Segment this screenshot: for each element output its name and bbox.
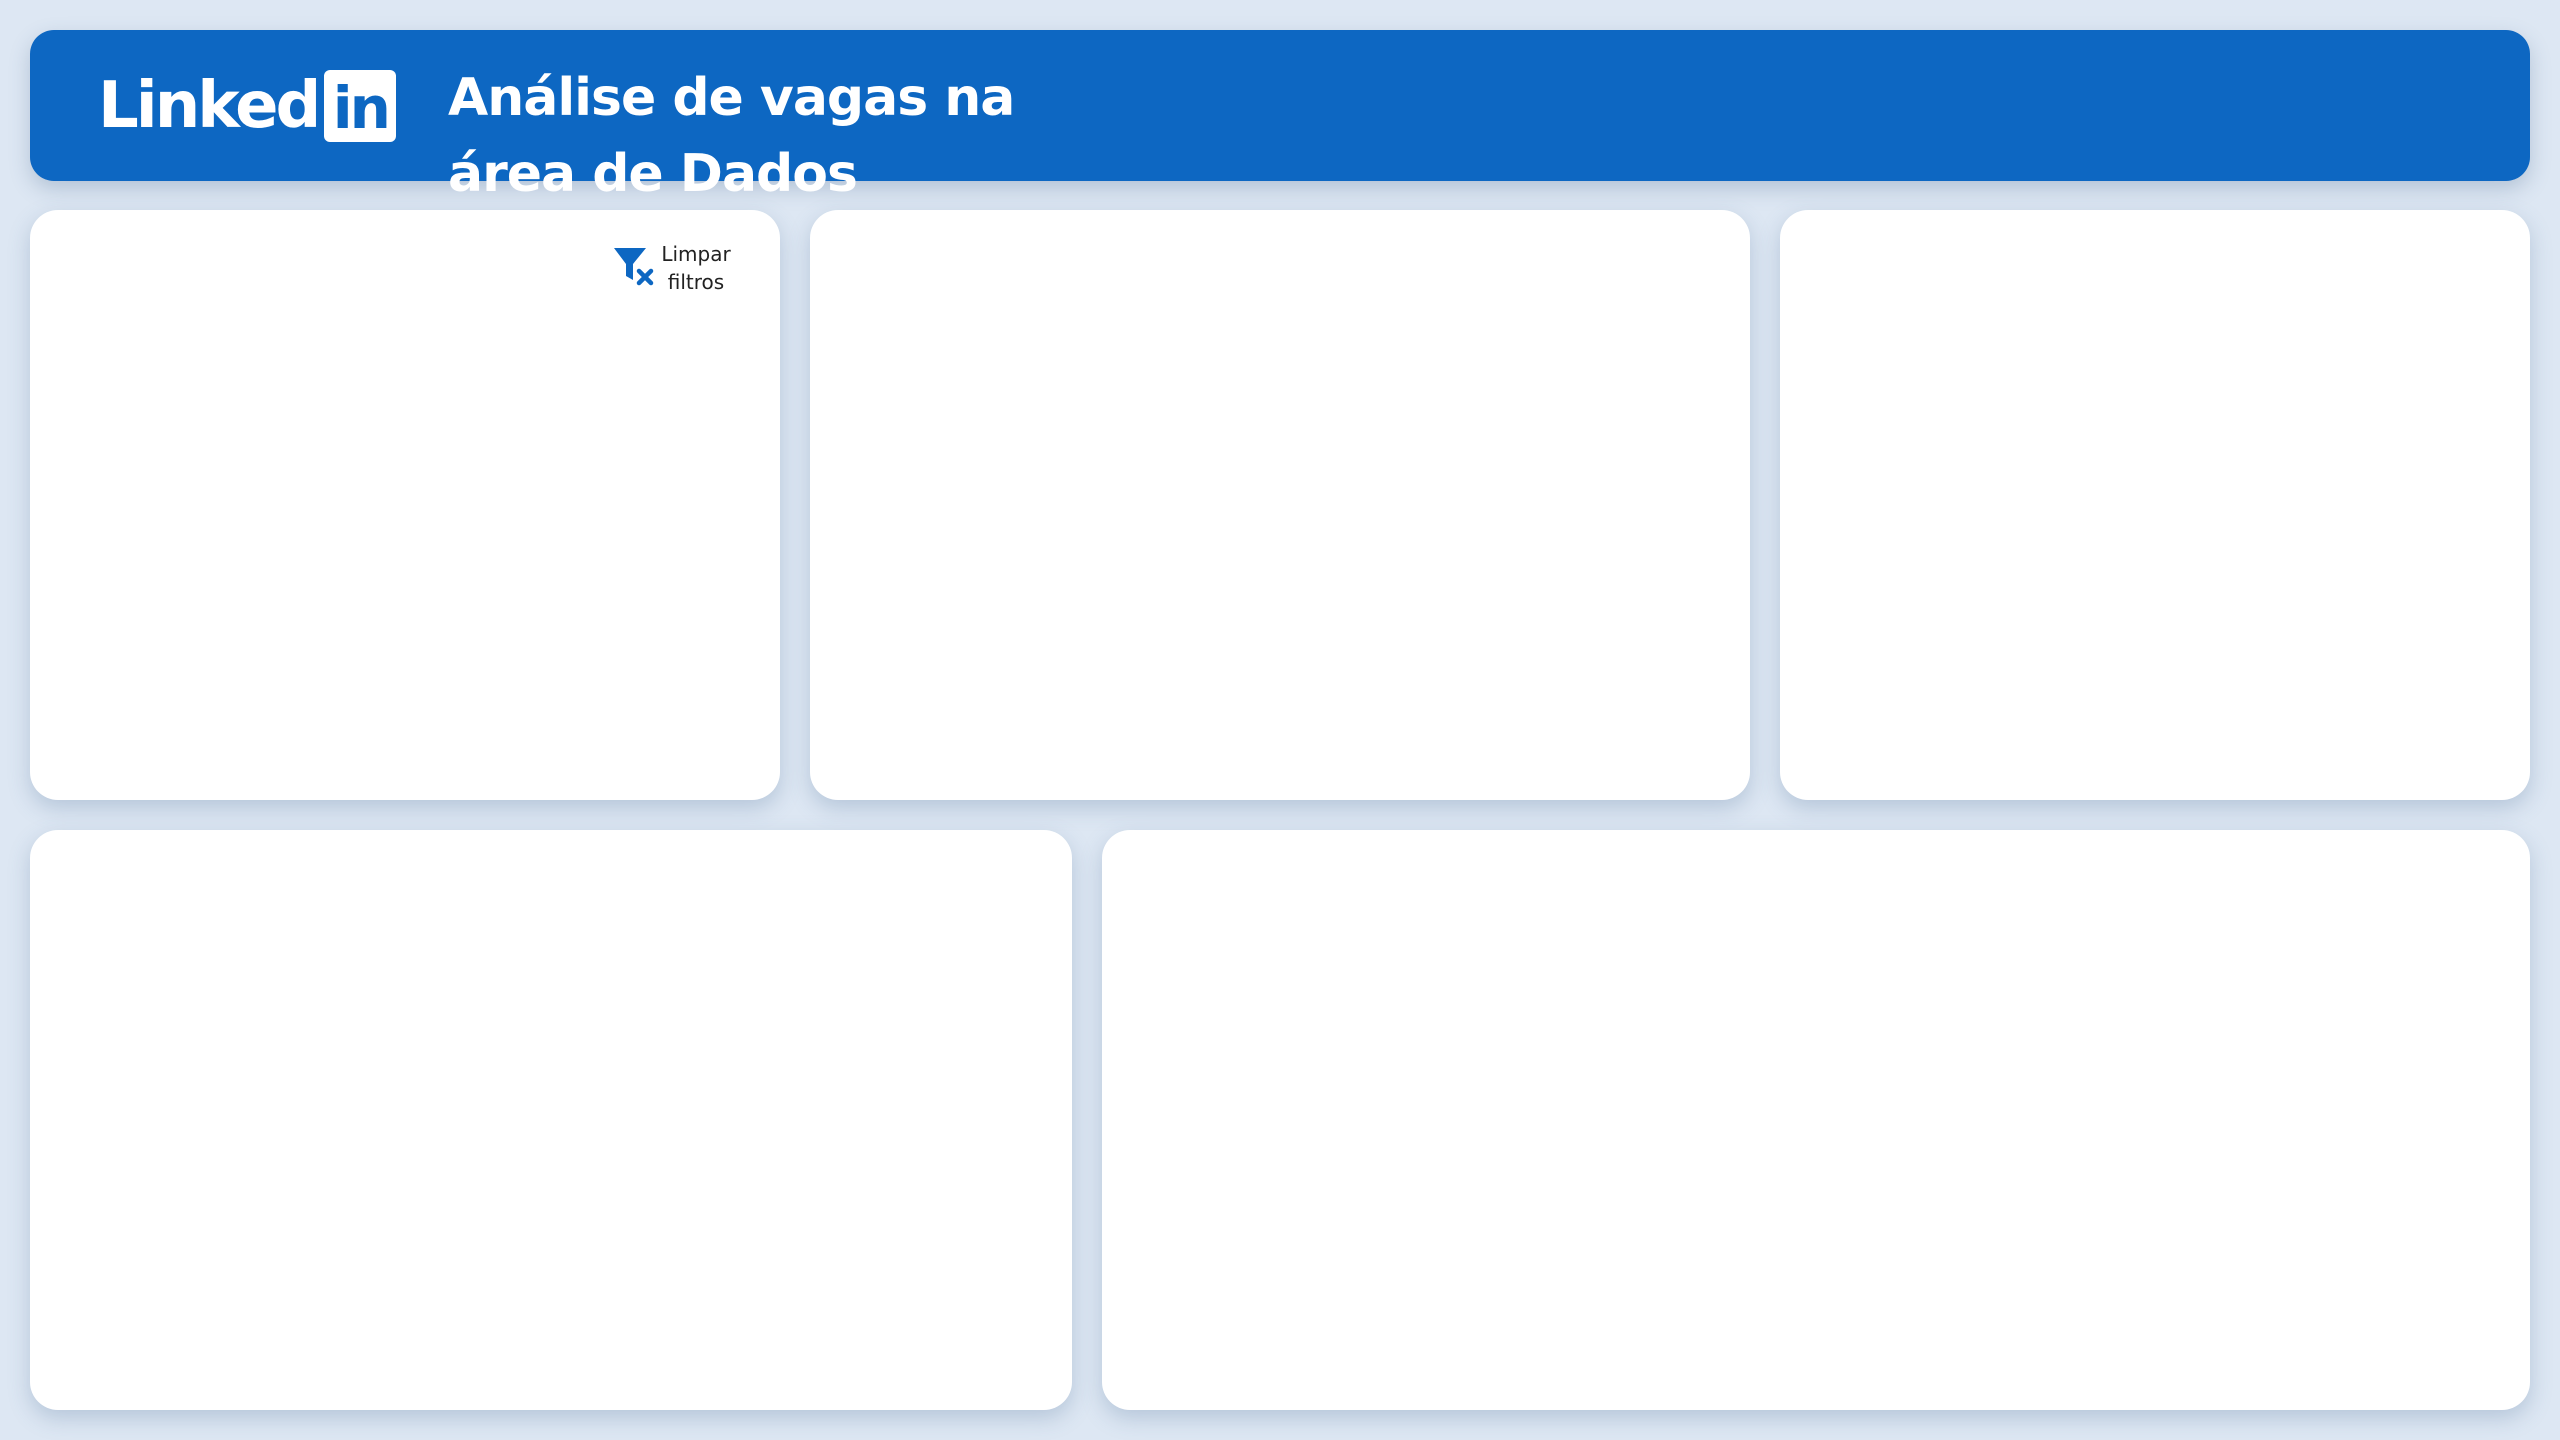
visual-card-bottom-left xyxy=(30,830,1072,1410)
logo-box: in xyxy=(324,70,397,142)
visual-card-top-right xyxy=(1780,210,2530,800)
page-title: Análise de vagas na área de Dados xyxy=(448,60,1148,212)
page-title-line-2: área de Dados xyxy=(448,144,858,204)
clear-filters-button[interactable]: Limpar filtros xyxy=(612,240,736,296)
filter-clear-icon xyxy=(614,248,654,286)
filters-card: Limpar filtros xyxy=(30,210,780,800)
visual-card-top-middle xyxy=(810,210,1750,800)
clear-filters-label: Limpar filtros xyxy=(661,242,731,294)
logo-box-text: in xyxy=(332,74,391,142)
header-banner: Linked in Análise de vagas na área de Da… xyxy=(30,30,2530,204)
linkedin-logo-icon: Linked in xyxy=(98,69,397,143)
visual-card-bottom-right xyxy=(1102,830,2530,1410)
page-title-line-1: Análise de vagas na xyxy=(448,68,1015,128)
logo-word: Linked xyxy=(98,69,321,143)
